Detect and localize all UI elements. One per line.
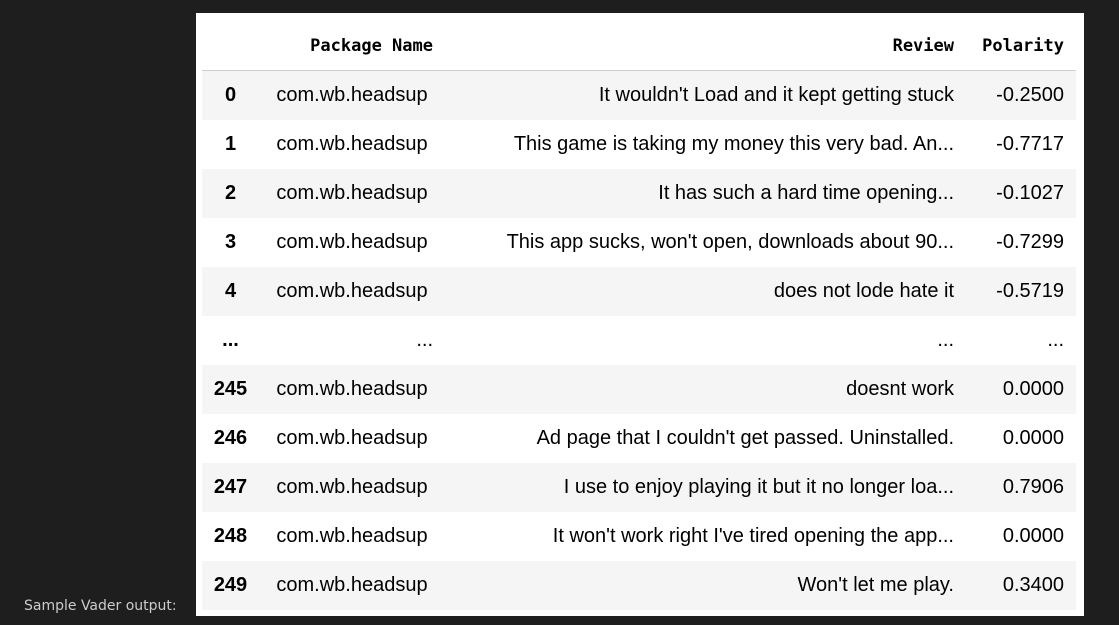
- caption: Sample Vader output:: [24, 598, 177, 614]
- review-cell: It won't work right I've tired opening t…: [552, 525, 954, 547]
- table-row: 3 com.wb.headsup This app sucks, won't o…: [202, 218, 1076, 267]
- row-index: 4: [224, 280, 237, 302]
- table-row: 248 com.wb.headsup It won't work right I…: [202, 512, 1076, 561]
- package-name-cell: com.wb.headsup: [276, 231, 428, 253]
- review-cell: does not lode hate it: [773, 280, 954, 302]
- polarity-cell: -0.1027: [996, 182, 1064, 204]
- table-row: 245 com.wb.headsup doesnt work 0.0000: [202, 365, 1076, 414]
- row-index: ...: [222, 329, 239, 351]
- table-row: 4 com.wb.headsup does not lode hate it -…: [202, 267, 1076, 316]
- package-name-cell: ...: [416, 329, 433, 351]
- row-index: 1: [224, 133, 237, 155]
- polarity-cell: 0.0000: [1002, 525, 1064, 547]
- review-cell: It has such a hard time opening...: [658, 182, 954, 204]
- header-index: [202, 21, 259, 71]
- dataframe-output: Package Name Review Polarity 0 com.wb.he…: [196, 13, 1084, 616]
- row-index: 247: [213, 476, 248, 498]
- polarity-cell: ...: [1047, 329, 1064, 351]
- review-cell: This game is taking my money this very b…: [513, 133, 954, 155]
- table-row: 247 com.wb.headsup I use to enjoy playin…: [202, 463, 1076, 512]
- polarity-cell: 0.7906: [1002, 476, 1064, 498]
- polarity-cell: -0.2500: [996, 84, 1064, 106]
- polarity-cell: 0.0000: [1002, 427, 1064, 449]
- review-cell: doesnt work: [846, 378, 954, 400]
- review-cell: Won't let me play.: [797, 574, 954, 596]
- table-row: 1 com.wb.headsup This game is taking my …: [202, 120, 1076, 169]
- polarity-cell: -0.7299: [996, 231, 1064, 253]
- polarity-cell: 0.0000: [1002, 378, 1064, 400]
- package-name-cell: com.wb.headsup: [276, 182, 428, 204]
- header-package-name: Package Name: [259, 21, 445, 71]
- row-index: 246: [213, 427, 248, 449]
- package-name-cell: com.wb.headsup: [276, 280, 428, 302]
- table-row: 249 com.wb.headsup Won't let me play. 0.…: [202, 561, 1076, 610]
- row-index: 248: [213, 525, 248, 547]
- review-cell: I use to enjoy playing it but it no long…: [563, 476, 954, 498]
- table-row: 0 com.wb.headsup It wouldn't Load and it…: [202, 70, 1076, 120]
- polarity-cell: 0.3400: [1002, 574, 1064, 596]
- package-name-cell: com.wb.headsup: [276, 378, 428, 400]
- review-cell: ...: [937, 329, 954, 351]
- package-name-cell: com.wb.headsup: [276, 476, 428, 498]
- package-name-cell: com.wb.headsup: [276, 133, 428, 155]
- row-index: 3: [224, 231, 237, 253]
- table-row: 2 com.wb.headsup It has such a hard time…: [202, 169, 1076, 218]
- row-index: 0: [224, 84, 237, 106]
- review-cell: Ad page that I couldn't get passed. Unin…: [536, 427, 954, 449]
- header-polarity: Polarity: [966, 21, 1076, 71]
- header-review: Review: [445, 21, 966, 71]
- row-index: 249: [213, 574, 248, 596]
- package-name-cell: com.wb.headsup: [276, 574, 428, 596]
- ellipsis-row: ... ... ... ...: [202, 316, 1076, 365]
- package-name-cell: com.wb.headsup: [276, 525, 428, 547]
- row-index: 2: [224, 182, 237, 204]
- review-cell: This app sucks, won't open, downloads ab…: [506, 231, 954, 253]
- table-row: 246 com.wb.headsup Ad page that I couldn…: [202, 414, 1076, 463]
- package-name-cell: com.wb.headsup: [276, 84, 428, 106]
- package-name-cell: com.wb.headsup: [276, 427, 428, 449]
- dataframe-table: Package Name Review Polarity 0 com.wb.he…: [202, 21, 1076, 610]
- polarity-cell: -0.5719: [996, 280, 1064, 302]
- header-row: Package Name Review Polarity: [202, 21, 1076, 71]
- review-cell: It wouldn't Load and it kept getting stu…: [598, 84, 954, 106]
- polarity-cell: -0.7717: [996, 133, 1064, 155]
- row-index: 245: [213, 378, 248, 400]
